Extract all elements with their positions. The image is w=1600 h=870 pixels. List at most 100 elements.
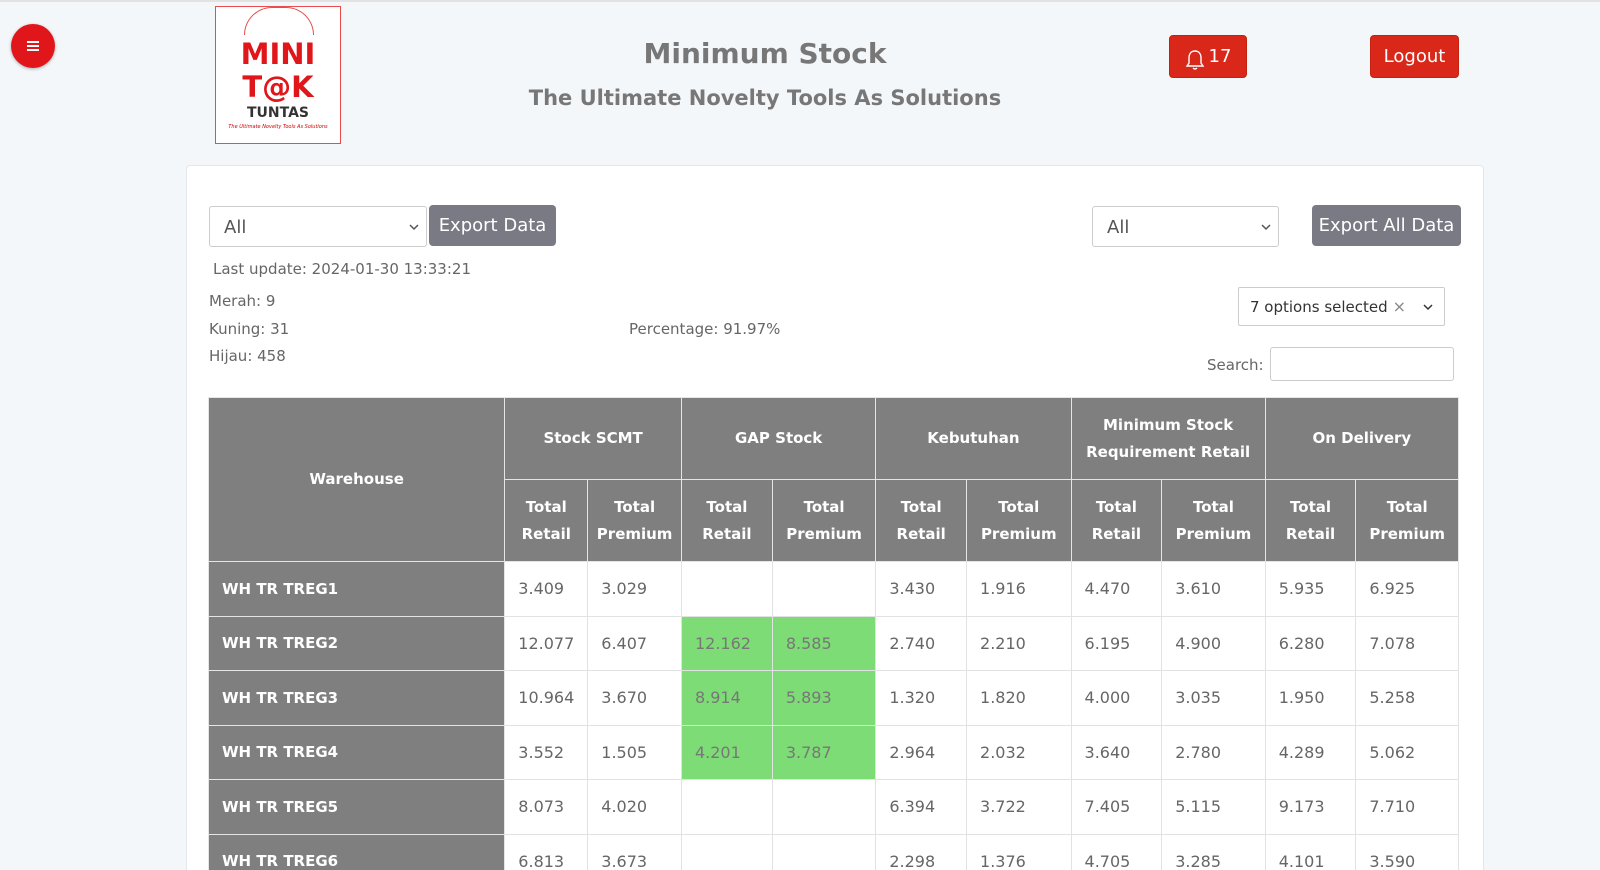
table-cell: 4.470	[1070, 561, 1163, 617]
table-cell: 3.787	[771, 724, 877, 780]
notifications-count: 17	[1208, 46, 1232, 67]
logout-button[interactable]: Logout	[1370, 35, 1459, 78]
table-cell: 6.195	[1070, 615, 1163, 671]
table-row: WH TR TREG2 12.077 6.407 12.162 8.585 2.740 2.…	[207, 615, 1459, 671]
warehouse-name: WH TR TREG3	[207, 670, 506, 726]
table-cell: 3.035	[1161, 670, 1266, 726]
group-header-minimum-stock: Minimum Stock Requirement Retail	[1070, 397, 1266, 480]
table-cell: 6.280	[1264, 615, 1357, 671]
table-cell: 6.407	[587, 615, 682, 671]
table-cell: 4.289	[1264, 724, 1357, 780]
warehouse-name: WH TR TREG2	[207, 615, 506, 671]
table-cell: 10.964	[504, 670, 589, 726]
table-cell: 1.950	[1264, 670, 1357, 726]
warehouse-name: WH TR TREG5	[207, 779, 506, 835]
chevron-down-icon[interactable]	[1422, 301, 1434, 313]
table-cell	[680, 833, 773, 870]
warehouse-filter-value: All	[224, 217, 247, 238]
table-cell: 3.610	[1161, 561, 1266, 617]
logo-tagline: The Ultimate Novelty Tools As Solutions	[228, 124, 328, 130]
logo-line-3: TUNTAS	[246, 105, 309, 121]
table-cell: 1.505	[587, 724, 682, 780]
table-cell: 3.285	[1161, 833, 1266, 870]
table-cell: 2.740	[875, 615, 968, 671]
table-cell: 6.394	[875, 779, 968, 835]
table-cell: 2.298	[875, 833, 968, 870]
hamburger-icon	[27, 41, 39, 51]
table-cell	[771, 779, 877, 834]
table-cell: 5.935	[1264, 561, 1357, 617]
table-cell: 4.705	[1070, 833, 1163, 870]
table-row: WH TR TREG6 6.813 3.673 2.298 1.376 4.705 3.28…	[207, 833, 1459, 870]
logo-bag-handle	[244, 7, 314, 35]
table-cell: 8.073	[504, 779, 589, 835]
export-all-data-button[interactable]: Export All Data	[1312, 205, 1461, 246]
table-cell: 4.101	[1264, 833, 1357, 870]
table-cell	[771, 833, 877, 870]
menu-toggle-button[interactable]	[11, 24, 55, 68]
table-cell: 7.710	[1355, 779, 1459, 835]
subheader-total-premium[interactable]: Total Premium	[966, 479, 1072, 562]
page-title: Minimum Stock	[643, 37, 887, 70]
chevron-down-icon	[409, 224, 419, 231]
table-cell: 3.722	[966, 779, 1072, 835]
table-cell: 3.430	[875, 561, 968, 617]
table-cell: 4.020	[587, 779, 682, 835]
search-input[interactable]	[1270, 347, 1454, 381]
notifications-button[interactable]: 17	[1169, 35, 1247, 78]
warehouse-name: WH TR TREG4	[207, 724, 506, 780]
table-cell: 12.077	[504, 615, 589, 671]
table-row: WH TR TREG1 3.409 3.029 3.430 1.916 4.470 3.61…	[207, 561, 1459, 617]
table-cell: 2.210	[966, 615, 1072, 671]
table-cell: 12.162	[680, 615, 773, 671]
table-cell: 6.925	[1355, 561, 1459, 617]
subheader-total-retail[interactable]: Total Retail	[680, 479, 773, 562]
warehouse-filter-select[interactable]: All	[209, 206, 427, 247]
subheader-total-retail[interactable]: Total Retail	[1264, 479, 1357, 562]
warehouse-name: WH TR TREG1	[207, 561, 506, 617]
export-filter-select[interactable]: All	[1092, 206, 1279, 247]
subheader-total-premium[interactable]: Total Premium	[1355, 479, 1459, 562]
subheader-total-retail[interactable]: Total Retail	[1070, 479, 1163, 562]
warehouse-name: WH TR TREG6	[207, 833, 506, 870]
table-cell: 6.813	[504, 833, 589, 870]
group-header-kebutuhan: Kebutuhan	[875, 397, 1072, 480]
table-cell: 5.893	[771, 670, 877, 726]
logo-line-2: T@K	[242, 70, 314, 104]
multiselect-value: 7 options selected	[1250, 298, 1388, 316]
app-logo: MINI T@K TUNTAS The Ultimate Novelty Too…	[215, 6, 341, 144]
clear-selection-icon[interactable]: ×	[1393, 297, 1406, 316]
subheader-total-retail[interactable]: Total Retail	[875, 479, 968, 562]
subheader-total-premium[interactable]: Total Premium	[587, 479, 682, 562]
merah-count: Merah: 9	[209, 292, 276, 310]
table-row: WH TR TREG3 10.964 3.670 8.914 5.893 1.320 1.8…	[207, 670, 1459, 726]
table-cell	[680, 779, 773, 834]
subheader-total-retail[interactable]: Total Retail	[504, 479, 589, 562]
export-data-button[interactable]: Export Data	[429, 205, 556, 246]
percentage-text: Percentage: 91.97%	[629, 320, 781, 338]
top-border	[0, 0, 1600, 2]
subheader-total-premium[interactable]: Total Premium	[1161, 479, 1266, 562]
warehouse-header[interactable]: Warehouse	[207, 397, 506, 562]
chevron-down-icon	[1261, 224, 1271, 231]
table-cell: 3.670	[587, 670, 682, 726]
page-subtitle: The Ultimate Novelty Tools As Solutions	[528, 86, 1002, 110]
subheader-total-premium[interactable]: Total Premium	[771, 479, 877, 562]
table-cell: 2.780	[1161, 724, 1266, 780]
table-cell: 7.405	[1070, 779, 1163, 835]
table-cell: 3.029	[587, 561, 682, 617]
table-cell: 4.000	[1070, 670, 1163, 726]
table-cell: 5.062	[1355, 724, 1459, 780]
search-label: Search:	[1207, 356, 1264, 374]
columns-multiselect[interactable]: 7 options selected ×	[1238, 287, 1445, 326]
table-cell: 9.173	[1264, 779, 1357, 835]
last-update-text: Last update: 2024-01-30 13:33:21	[213, 260, 471, 278]
table-cell: 2.032	[966, 724, 1072, 780]
table-cell: 3.590	[1355, 833, 1459, 870]
table-cell: 3.552	[504, 724, 589, 780]
kuning-count: Kuning: 31	[209, 320, 290, 338]
table-cell: 8.585	[771, 615, 877, 671]
table-cell	[680, 561, 773, 616]
table-cell: 1.820	[966, 670, 1072, 726]
table-cell	[771, 561, 877, 616]
